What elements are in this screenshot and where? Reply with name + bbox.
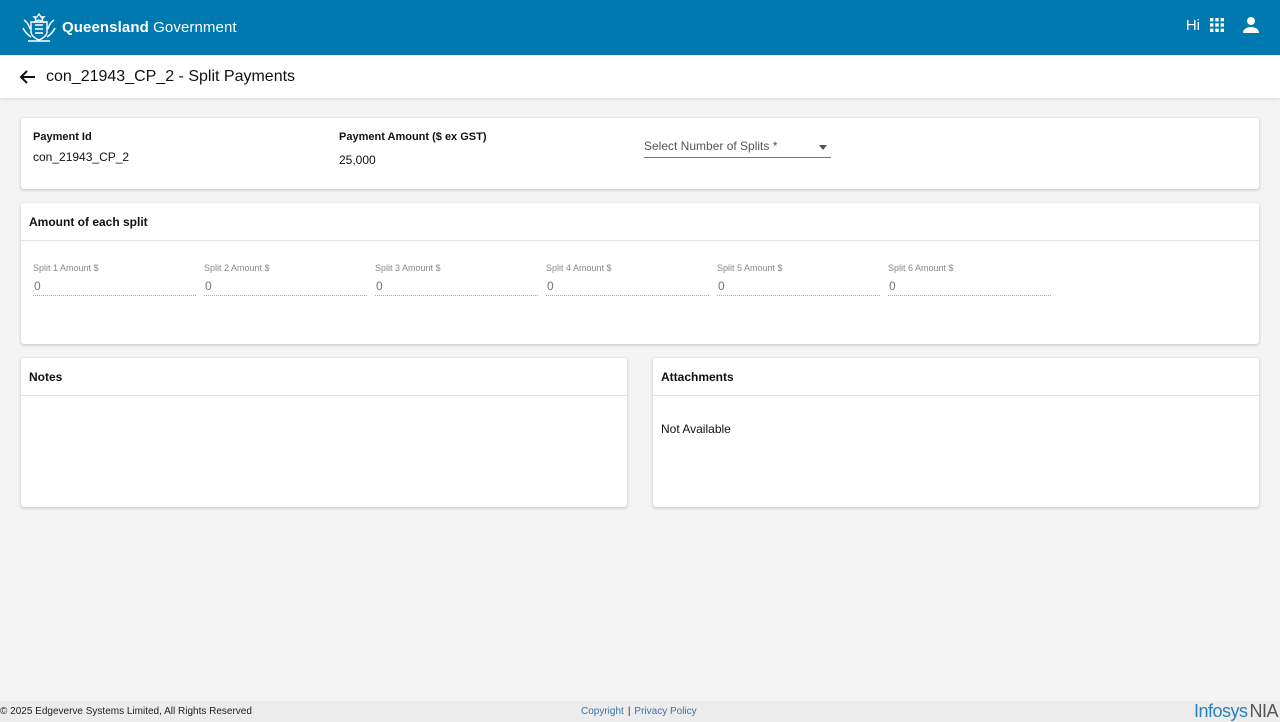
notes-title: Notes xyxy=(29,370,63,384)
page-header: con_21943_CP_2 - Split Payments xyxy=(0,55,1280,98)
split-amounts-card: Amount of each split Split 1 Amount $ Sp… xyxy=(21,203,1259,344)
split-5-amount-input[interactable] xyxy=(717,276,880,296)
notes-header: Notes xyxy=(21,358,627,396)
infosys-logo-text: Infosys xyxy=(1193,701,1248,721)
split-6-amount-input[interactable] xyxy=(888,276,1051,296)
split-6-label: Split 6 Amount $ xyxy=(888,263,954,273)
payment-id-value: con_21943_CP_2 xyxy=(33,150,130,164)
payment-id-label: Payment Id xyxy=(33,131,92,143)
split-3-label: Split 3 Amount $ xyxy=(375,263,441,273)
copyright-link[interactable]: Copyright xyxy=(581,706,624,717)
brand-name-regular: Government xyxy=(153,18,237,36)
attachments-header: Attachments xyxy=(653,358,1259,396)
page-title: con_21943_CP_2 - Split Payments xyxy=(46,67,296,85)
split-3-field: Split 3 Amount $ xyxy=(375,263,538,297)
split-2-amount-input[interactable] xyxy=(204,276,367,296)
brand-name-bold: Queensland xyxy=(62,18,149,36)
payment-amount-label: Payment Amount ($ ex GST) xyxy=(339,131,487,143)
copyright-text: © 2025 Edgeverve Systems Limited, All Ri… xyxy=(0,706,252,717)
split-1-field: Split 1 Amount $ xyxy=(33,263,196,297)
split-4-label: Split 4 Amount $ xyxy=(546,263,612,273)
nia-logo-text: NIA xyxy=(1249,701,1278,721)
footer-link-separator: | xyxy=(627,706,631,717)
split-3-amount-input[interactable] xyxy=(375,276,538,296)
brand-name: Queensland Government xyxy=(62,19,237,36)
attachments-card: Attachments Not Available xyxy=(653,358,1259,507)
split-amounts-header: Amount of each split xyxy=(21,203,1259,241)
split-1-label: Split 1 Amount $ xyxy=(33,263,99,273)
header-actions: Hi xyxy=(1186,16,1260,34)
split-2-field: Split 2 Amount $ xyxy=(204,263,367,297)
attachments-empty-text: Not Available xyxy=(661,422,731,436)
user-account-icon[interactable] xyxy=(1242,16,1260,34)
split-amounts-title: Amount of each split xyxy=(29,215,148,229)
footer-links: Copyright | Privacy Policy xyxy=(581,706,697,717)
queensland-crest-logo xyxy=(22,12,56,42)
number-of-splits-select[interactable]: Select Number of Splits * xyxy=(644,135,831,158)
number-of-splits-label: Select Number of Splits * xyxy=(644,139,778,153)
split-5-label: Split 5 Amount $ xyxy=(717,263,783,273)
page-footer: © 2025 Edgeverve Systems Limited, All Ri… xyxy=(0,701,1280,722)
chevron-down-icon xyxy=(819,145,827,150)
greeting-text: Hi xyxy=(1185,16,1200,34)
payment-amount-value: 25,000 xyxy=(339,153,376,167)
payment-details-card: Payment Id con_21943_CP_2 Payment Amount… xyxy=(21,118,1259,189)
attachments-title: Attachments xyxy=(661,370,734,384)
split-1-amount-input[interactable] xyxy=(33,276,196,296)
split-4-field: Split 4 Amount $ xyxy=(546,263,709,297)
privacy-policy-link[interactable]: Privacy Policy xyxy=(634,706,696,717)
split-4-amount-input[interactable] xyxy=(546,276,709,296)
split-2-label: Split 2 Amount $ xyxy=(204,263,270,273)
split-6-field: Split 6 Amount $ xyxy=(888,263,1051,297)
top-navigation-bar: Queensland Government Hi xyxy=(0,0,1280,55)
apps-grid-icon[interactable] xyxy=(1210,18,1224,32)
notes-card: Notes xyxy=(21,358,627,507)
infosys-nia-logo: Infosys NIA xyxy=(1193,701,1279,722)
brand-logo[interactable]: Queensland Government xyxy=(20,10,237,44)
split-5-field: Split 5 Amount $ xyxy=(717,263,880,297)
arrow-back-icon[interactable] xyxy=(19,68,37,86)
